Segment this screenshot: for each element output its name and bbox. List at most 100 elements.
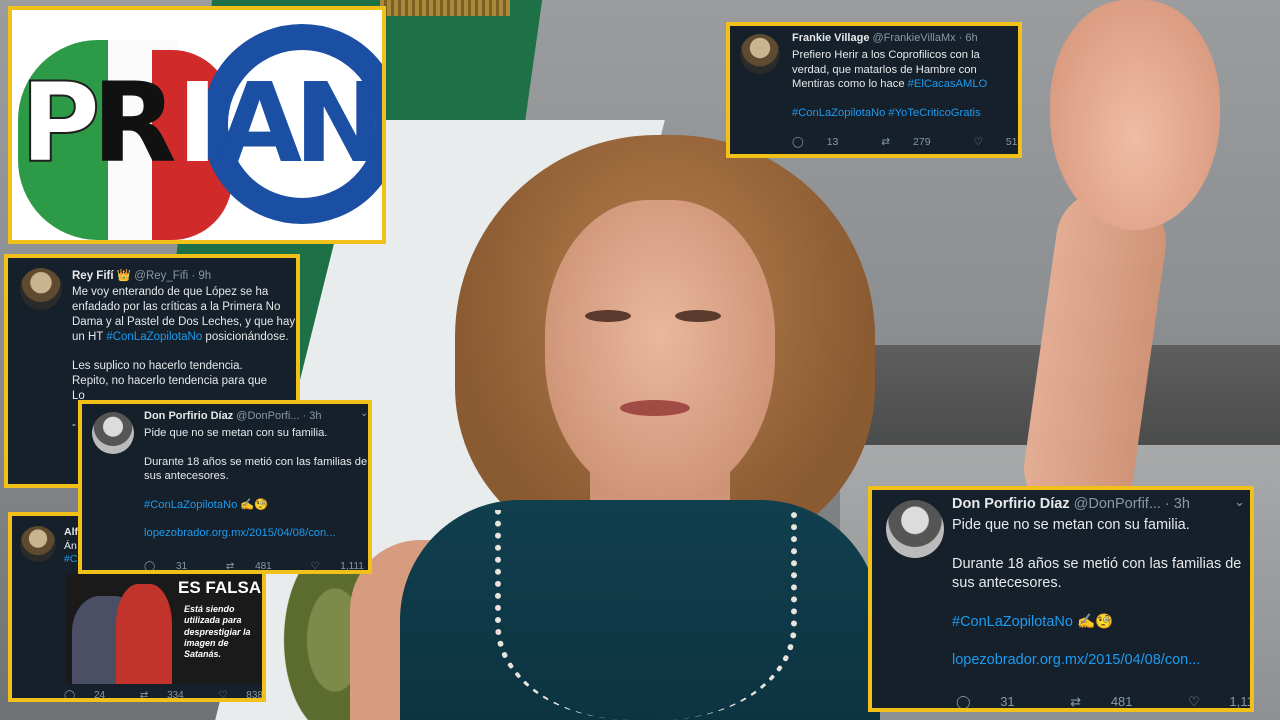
reply-icon: ◯ [64,690,76,701]
mouth [620,400,690,416]
chevron-down-icon[interactable]: ⌄ [360,408,368,419]
like-count: 1,111 [340,561,364,572]
hashtag-link[interactable]: #ConLaZopilotaNo [144,499,237,511]
avatar[interactable] [20,526,56,562]
url-link[interactable]: lopezobrador.org.mx/2015/04/08/con... [952,651,1248,670]
face [545,200,775,500]
hashtag-link[interactable]: #ConLaZopilotaNo [106,331,202,343]
tweet-text: Pide que no se metan con su familia. Dur… [952,516,1248,670]
avatar[interactable] [886,500,944,558]
eye-left [585,310,631,322]
tweet-text-line: Durante 18 años se metió con las familia… [144,455,368,483]
retweet-count: 279 [913,136,931,148]
tweet-header: Rey Fifí 👑 @Rey_Fifi · 9h [72,268,211,282]
retweet-icon: ⇄ [881,136,891,148]
image-title: ES FALSA [178,578,262,597]
hashtag-snippet[interactable]: #C [64,553,77,565]
like-button[interactable]: ♡ 1,111 [1188,694,1253,710]
retweet-icon: ⇄ [1070,695,1082,710]
reply-icon: ◯ [956,695,971,710]
hashtag-link[interactable]: #ConLaZopilotaNo [952,614,1073,630]
reply-count: 31 [175,561,188,572]
tweet-header: Don Porfirio Díaz @DonPorfif... · 3h [952,496,1190,512]
logo-letter-a: A [217,59,302,187]
like-count: 514 [1005,136,1022,148]
retweet-count: 334 [167,690,184,701]
author-handle[interactable]: @FrankieVillaMx · 6h [873,32,978,44]
tweet-text: Prefiero Herir a los Coprofilicos con la… [792,48,1016,120]
tweet-actions: ◯ 24 ⇄ 334 ♡ 838 ⋖ [64,690,263,701]
retweet-button[interactable]: ⇄ 481 [1070,694,1158,710]
tweet-header: Frankie Village @FrankieVillaMx · 6h [792,32,978,44]
avatar[interactable] [92,412,134,454]
logo-letter-i: I [177,59,218,187]
tweet-card-porfirio-large[interactable]: Don Porfirio Díaz @DonPorfif... · 3h ⌄ P… [868,486,1254,712]
heart-icon: ♡ [973,136,983,148]
tweet-text: Pide que no se metan con su familia. Dur… [144,426,368,541]
retweet-button[interactable]: ⇄ 334 [139,690,200,701]
hashtag-link[interactable]: #ConLaZopilotaNo [792,107,885,119]
heart-icon: ♡ [310,561,320,572]
reply-button[interactable]: ◯ 24 [64,690,121,701]
pearl-necklace [495,510,797,720]
tweet-text-line: Repito, no hacerlo tendencia para que [72,374,268,387]
url-link[interactable]: lopezobrador.org.mx/2015/04/08/con... [144,526,368,541]
retweet-icon: ⇄ [225,561,235,572]
tweet-text-line: Les suplico no hacerlo tendencia. [72,359,243,372]
like-count: 838 [246,690,263,701]
retweet-count: 481 [1110,694,1133,709]
author-name[interactable]: Rey Fifí [72,270,114,282]
reply-button[interactable]: ◯ 31 [144,561,205,572]
author-handle[interactable]: @Rey_Fifi · 9h [134,270,211,282]
tweet-image[interactable]: ES FALSA Está siendo utilizada para desp… [66,574,262,684]
tweet-card-porfirio-small[interactable]: Don Porfirio Díaz @DonPorfi... · 3h ⌄ Pi… [78,400,372,574]
tweet-text-line: Pide que no se metan con su familia. [952,517,1190,533]
image-caption: Está siendo utilizada para desprestigiar… [184,604,251,659]
logo-letter-n: N [294,59,385,187]
logo-letter-r: R [92,59,177,187]
waving-hand [1050,0,1220,230]
crown-icon: 👑 [116,270,132,282]
like-button[interactable]: ♡ 514 [973,136,1022,148]
tweet-text-end: posicionándose. [205,330,289,343]
retweet-button[interactable]: ⇄ 481 [225,561,290,572]
pri-pan-logo: P R I A N [8,6,386,244]
reply-button[interactable]: ◯ 13 [792,136,858,148]
chevron-down-icon[interactable]: ⌄ [1234,494,1245,510]
hashtag-link[interactable]: #YoTeCriticoGratis [888,107,980,119]
logo-letter-p: P [19,59,102,187]
tweet-actions: ◯ 31 ⇄ 481 ♡ 1,111 ⋖ [956,694,1253,710]
eye-right [675,310,721,322]
reply-button[interactable]: ◯ 31 [956,694,1041,710]
reply-count: 31 [1000,694,1015,709]
retweet-icon: ⇄ [139,690,149,701]
emoji: ✍🧐 [240,498,269,511]
tweet-header: Don Porfirio Díaz @DonPorfi... · 3h [144,410,321,422]
like-button[interactable]: ♡ 838 [218,690,263,701]
tweet-header: Alf [64,526,78,538]
retweet-button[interactable]: ⇄ 279 [881,136,950,148]
avatar[interactable] [740,34,780,74]
tweet-text-line: Durante 18 años se metió con las familia… [952,555,1242,591]
tweet-text-snippet: Án [64,540,77,552]
avatar[interactable] [20,268,62,310]
author-handle[interactable]: @DonPorfi... · 3h [236,410,321,422]
author-name[interactable]: Don Porfirio Díaz [952,496,1070,512]
like-count: 1,111 [1229,694,1253,709]
emoji: ✍🧐 [1076,613,1114,630]
reply-count: 24 [93,690,106,701]
author-handle[interactable]: @DonPorfif... · 3h [1074,496,1190,512]
tweet-actions: ◯ 31 ⇄ 481 ♡ 1,111 ⋖ [144,561,368,572]
like-button[interactable]: ♡ 1,111 [310,561,368,572]
author-name[interactable]: Alf [64,526,78,538]
heart-icon: ♡ [218,690,228,701]
figure-devil [116,584,172,684]
tweet-card-frankie[interactable]: Frankie Village @FrankieVillaMx · 6h Pre… [726,22,1022,158]
hashtag-link[interactable]: #ElCacasAMLO [908,78,988,90]
author-name[interactable]: Don Porfirio Díaz [144,410,233,422]
reply-icon: ◯ [792,136,804,148]
tweet-text-line: Pide que no se metan con su familia. [144,427,328,439]
heart-icon: ♡ [1188,695,1200,710]
reply-count: 13 [826,136,839,148]
author-name[interactable]: Frankie Village [792,32,869,44]
